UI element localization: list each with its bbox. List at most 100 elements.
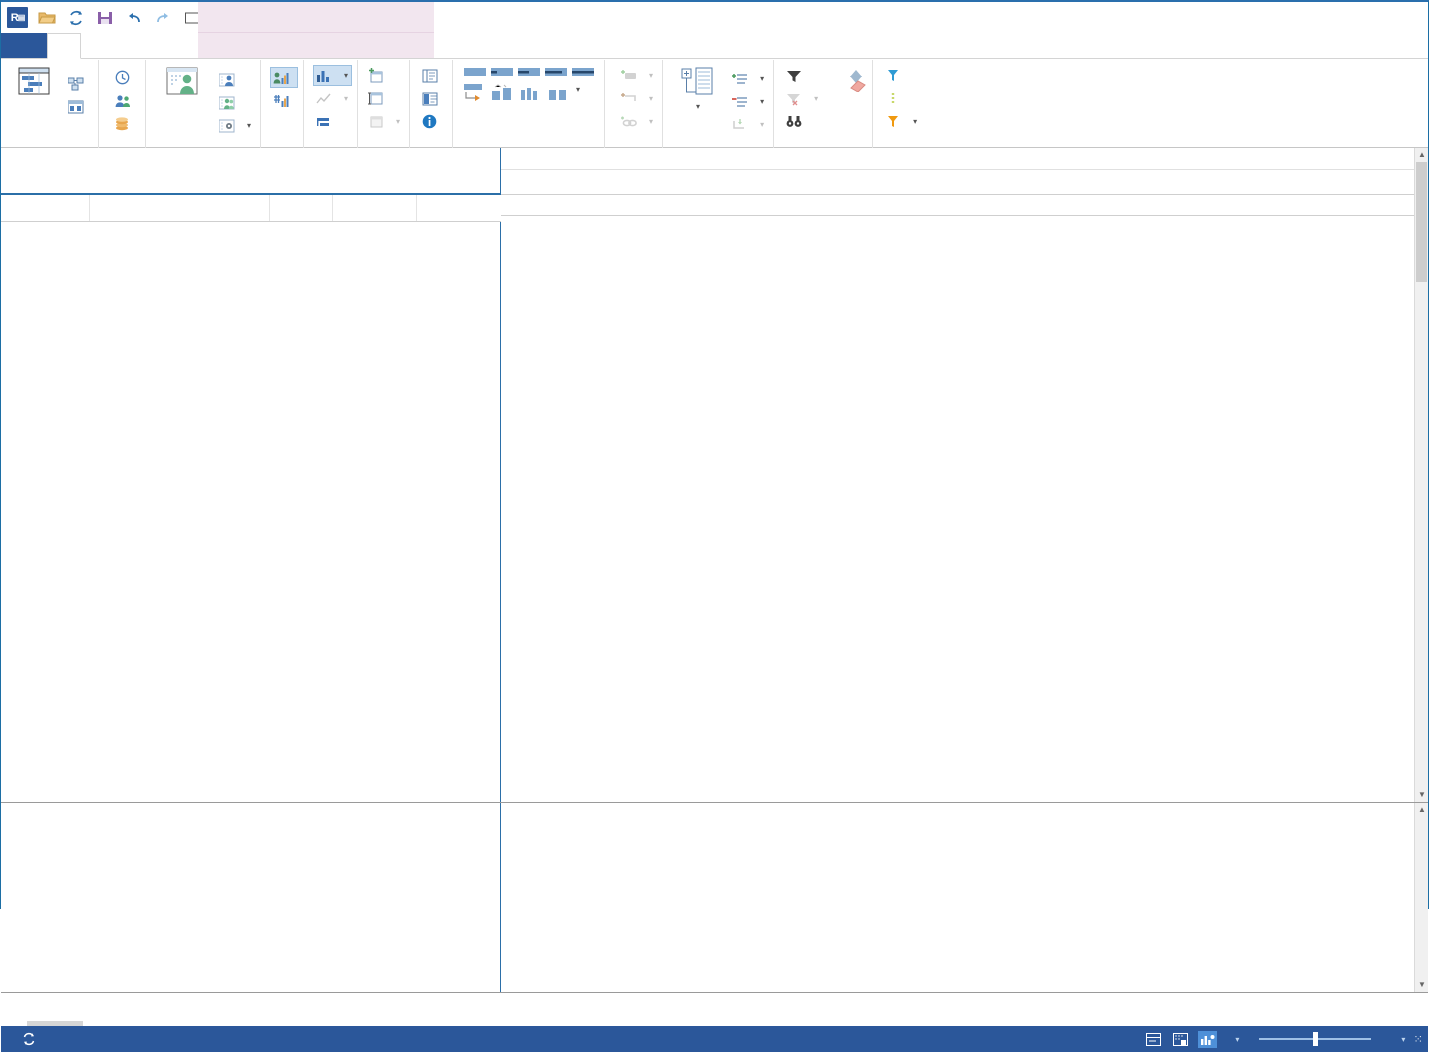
clear-filters-icon xyxy=(785,90,802,107)
insert-link-button[interactable]: ▾ xyxy=(618,111,657,132)
hide-detail-button[interactable]: ▾ xyxy=(729,91,768,112)
info-button[interactable] xyxy=(419,111,447,132)
cost-button[interactable] xyxy=(112,113,140,134)
resource-chart-button[interactable]: ▾ xyxy=(313,65,353,86)
schedule-shift-button[interactable] xyxy=(462,84,487,101)
role-button[interactable] xyxy=(216,69,255,90)
sync-icon[interactable] xyxy=(19,1031,38,1048)
chevron-down-icon[interactable]: ▾ xyxy=(649,71,653,80)
resize-grip-icon[interactable]: ⁙ xyxy=(1413,1032,1423,1046)
other-resource-button[interactable]: ▾ xyxy=(216,115,255,136)
chevron-down-icon[interactable]: ▾ xyxy=(1401,1035,1405,1044)
machine-capacity-button[interactable] xyxy=(270,90,298,111)
refresh-icon[interactable] xyxy=(66,8,86,28)
scroll-down-arrow-icon[interactable]: ▼ xyxy=(1417,980,1427,990)
employee-capacity-button[interactable] xyxy=(270,67,299,88)
chevron-down-icon[interactable]: ▾ xyxy=(396,117,400,126)
employee-view-button[interactable] xyxy=(151,65,213,102)
chevron-down-icon[interactable]: ▾ xyxy=(344,94,348,103)
filter-button[interactable] xyxy=(783,65,822,86)
current-date-button[interactable] xyxy=(882,88,921,109)
project-start-button[interactable]: ▾ xyxy=(882,111,921,132)
schedule-75-button[interactable] xyxy=(543,67,568,78)
tab-format[interactable] xyxy=(198,33,434,59)
tab-start[interactable] xyxy=(47,33,81,59)
save-view-button[interactable] xyxy=(365,65,404,86)
schedule-level-button[interactable] xyxy=(490,84,515,100)
network-diagram-button[interactable] xyxy=(65,73,93,94)
resource-properties-button[interactable] xyxy=(419,88,447,109)
chevron-down-icon[interactable]: ▾ xyxy=(1235,1035,1239,1044)
search-button[interactable] xyxy=(783,111,822,132)
scroll-up-arrow-icon[interactable]: ▲ xyxy=(1417,150,1427,160)
scroll-down-arrow-icon[interactable]: ▼ xyxy=(1417,790,1427,800)
ribbon-group-user-views: ▾ xyxy=(358,60,411,148)
gantt-chart-button[interactable] xyxy=(6,65,62,102)
scrollbar-thumb[interactable] xyxy=(1416,162,1427,282)
show-view-icon xyxy=(367,113,384,130)
chevron-down-icon[interactable]: ▾ xyxy=(247,121,251,130)
tab-file[interactable] xyxy=(1,33,47,59)
column-header-effort[interactable] xyxy=(269,195,334,222)
save-icon[interactable] xyxy=(95,8,115,28)
table-view-icon[interactable] xyxy=(1171,1031,1190,1048)
team-button[interactable] xyxy=(216,92,255,113)
schedule-0-button[interactable] xyxy=(462,67,487,78)
people-icon xyxy=(114,92,131,109)
schedule-group-button[interactable] xyxy=(546,84,571,100)
insert-subproject-button[interactable]: ▾ xyxy=(618,88,657,109)
tab-project[interactable] xyxy=(81,33,115,59)
resource-chart-area: ▲ ▼ xyxy=(1,803,1428,993)
cutoff-date-button[interactable] xyxy=(882,65,921,86)
schedule-distribute-button[interactable] xyxy=(518,84,543,100)
clear-filters-button[interactable]: ▾ xyxy=(783,88,822,109)
in-subproject-button[interactable]: ▾ xyxy=(729,114,768,135)
structure-button[interactable]: ▾ xyxy=(668,65,726,111)
gantt-chart-additional-button[interactable] xyxy=(313,111,352,132)
eraser-icon[interactable] xyxy=(849,79,867,95)
gantt-vertical-scrollbar[interactable]: ▲ ▼ xyxy=(1414,148,1428,802)
undo-icon[interactable] xyxy=(124,8,144,28)
chevron-down-icon[interactable]: ▾ xyxy=(760,120,764,129)
cost-chart-button[interactable]: ▾ xyxy=(313,88,352,109)
schedule-100-button[interactable] xyxy=(570,67,595,78)
chevron-down-icon[interactable]: ▾ xyxy=(344,71,348,80)
show-view-button[interactable]: ▾ xyxy=(365,111,404,132)
application-window: R ▤ ▾ ▾ ▾ ▾ ▾ ▾ ▾ ▾ ▾ ▾ ▾ ▾ ▾ ▾ ▲ ▼ ▲ ▼ … xyxy=(0,0,1429,1052)
zoom-slider-knob[interactable] xyxy=(1313,1032,1319,1046)
chevron-down-icon[interactable]: ▾ xyxy=(696,102,700,111)
chevron-down-icon[interactable]: ▾ xyxy=(760,97,764,106)
schedule-25-button[interactable] xyxy=(489,67,514,78)
time-button[interactable] xyxy=(112,67,140,88)
close-button[interactable] xyxy=(1384,3,1424,32)
open-folder-icon[interactable] xyxy=(37,8,57,28)
chart-view-icon[interactable] xyxy=(1198,1030,1218,1048)
insert-activity-button[interactable]: ▾ xyxy=(618,65,657,86)
scroll-up-arrow-icon[interactable]: ▲ xyxy=(1417,805,1427,815)
effort-button[interactable] xyxy=(112,90,140,111)
insert-subproject-icon xyxy=(620,90,637,107)
maximize-button[interactable] xyxy=(1344,3,1384,32)
zoom-slider[interactable] xyxy=(1259,1032,1372,1046)
project-start-icon xyxy=(884,113,901,130)
chevron-down-icon[interactable]: ▾ xyxy=(649,94,653,103)
column-header-overload[interactable] xyxy=(332,195,418,222)
minimize-button[interactable] xyxy=(1304,3,1344,32)
chevron-down-icon[interactable]: ▾ xyxy=(760,74,764,83)
chevron-down-icon[interactable]: ▾ xyxy=(913,117,917,126)
column-header-nr[interactable] xyxy=(1,195,90,222)
schedule-50-button[interactable] xyxy=(516,67,541,78)
column-header-shortfall[interactable] xyxy=(416,195,501,222)
chevron-down-icon[interactable]: ▾ xyxy=(576,85,580,94)
chevron-down-icon[interactable]: ▾ xyxy=(649,117,653,126)
manage-view-button[interactable] xyxy=(365,88,404,109)
role-icon xyxy=(218,71,235,88)
layout-split-icon[interactable] xyxy=(1144,1031,1163,1048)
chevron-down-icon[interactable]: ▾ xyxy=(814,94,818,103)
redo-icon[interactable] xyxy=(153,8,173,28)
column-header-name[interactable] xyxy=(89,195,271,222)
chart-vertical-scrollbar[interactable]: ▲ ▼ xyxy=(1414,803,1428,992)
show-detail-button[interactable]: ▾ xyxy=(729,68,768,89)
gantt-network-chart-button[interactable] xyxy=(65,96,93,117)
project-properties-button[interactable] xyxy=(419,65,447,86)
